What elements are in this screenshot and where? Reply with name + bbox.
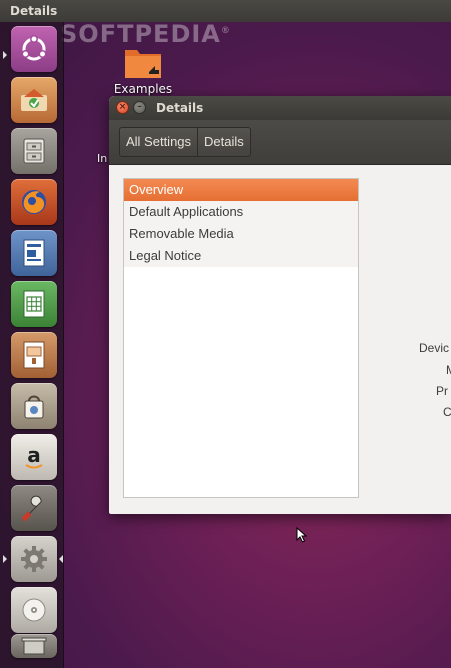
detail-label-graphics: C (443, 405, 451, 419)
mouse-cursor-icon (296, 527, 308, 543)
trash-icon[interactable] (11, 634, 57, 658)
window-titlebar[interactable]: × – Details (109, 96, 451, 120)
gear-icon[interactable] (11, 536, 57, 582)
folder-icon (125, 50, 161, 78)
ubuntu-logo-icon[interactable] (11, 26, 57, 72)
amazon-icon[interactable]: a (11, 434, 57, 480)
minimize-icon[interactable]: – (133, 101, 146, 114)
calc-icon[interactable] (11, 281, 57, 327)
files-cabinet-icon[interactable] (11, 128, 57, 174)
detail-label-memory: M (446, 363, 451, 377)
running-pip (3, 555, 7, 563)
detail-label-processor: Pr (436, 384, 448, 398)
svg-text:a: a (27, 443, 41, 467)
launcher: a (0, 22, 64, 668)
impress-icon[interactable] (11, 332, 57, 378)
section-item-legal-notice[interactable]: Legal Notice (124, 245, 358, 267)
active-pip (3, 51, 7, 59)
section-item-overview[interactable]: Overview (124, 179, 358, 201)
desktop-examples-label: Examples (113, 82, 173, 96)
breadcrumb-details[interactable]: Details (197, 128, 250, 156)
detail-label-device: Devic (419, 341, 450, 355)
details-window: × – Details All Settings Details Overvie… (109, 96, 451, 514)
breadcrumb: All Settings Details (119, 127, 251, 157)
section-item-removable-media[interactable]: Removable Media (124, 223, 358, 245)
window-title: Details (156, 101, 204, 115)
top-panel-title: Details (10, 4, 58, 18)
window-toolbar: All Settings Details (109, 120, 451, 165)
section-list: Overview Default Applications Removable … (123, 178, 359, 498)
disc-icon[interactable] (11, 587, 57, 633)
shopping-bag-icon[interactable] (11, 383, 57, 429)
breadcrumb-all-settings[interactable]: All Settings (120, 128, 197, 156)
top-panel: Details (0, 0, 451, 22)
writer-icon[interactable] (11, 230, 57, 276)
close-icon[interactable]: × (116, 101, 129, 114)
desktop-partial-label: In (97, 152, 108, 165)
firefox-icon[interactable] (11, 179, 57, 225)
section-item-default-applications[interactable]: Default Applications (124, 201, 358, 223)
focused-pip (59, 555, 63, 563)
wrench-icon[interactable] (11, 485, 57, 531)
desktop-examples[interactable]: Examples (108, 44, 178, 96)
software-updater-icon[interactable] (11, 77, 57, 123)
